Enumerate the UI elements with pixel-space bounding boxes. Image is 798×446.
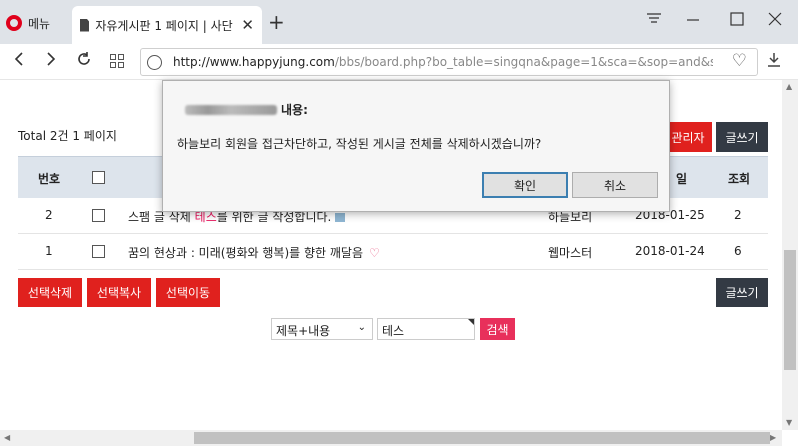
browser-tab-bar: 메뉴 자유게시판 1 페이지 | 사단 ✕ +: [0, 0, 798, 44]
opera-logo-icon: [6, 15, 22, 31]
minimize-icon[interactable]: [686, 12, 700, 30]
vertical-scroll-thumb[interactable]: [784, 250, 796, 370]
reload-icon[interactable]: [76, 51, 92, 72]
search-input[interactable]: 테스: [377, 318, 475, 340]
row-checkbox[interactable]: [92, 209, 105, 222]
column-date: 일: [676, 172, 688, 186]
dialog-title: 내용:: [185, 101, 308, 118]
dialog-title-suffix: 내용:: [281, 103, 308, 117]
url-text: http://www.happyjung.com/bbs/board.php?b…: [173, 55, 713, 69]
search-button[interactable]: 검색: [480, 318, 515, 340]
row-hits: 6: [734, 244, 742, 258]
dialog-cancel-button[interactable]: 취소: [572, 172, 658, 198]
move-selected-button[interactable]: 선택이동: [156, 278, 220, 307]
image-attach-icon: [335, 213, 346, 222]
menu-label: 메뉴: [28, 16, 51, 31]
new-tab-button[interactable]: +: [268, 12, 285, 32]
url-field[interactable]: http://www.happyjung.com/bbs/board.php?b…: [140, 48, 758, 76]
write-button-bottom[interactable]: 글쓰기: [716, 278, 768, 307]
dialog-message: 하늘보리 회원을 접근차단하고, 작성된 게시글 전체를 삭제하시겠습니까?: [177, 137, 542, 151]
url-path: /bbs/board.php?bo_table=singqna&page=1&s…: [334, 55, 713, 69]
tab-title: 자유게시판 1 페이지 | 사단: [95, 18, 233, 33]
maximize-icon[interactable]: [730, 12, 744, 30]
copy-selected-button[interactable]: 선택복사: [87, 278, 151, 307]
total-count: Total 2건 1 페이지: [18, 129, 117, 143]
delete-selected-button[interactable]: 선택삭제: [18, 278, 82, 307]
row-num: 1: [45, 244, 53, 258]
column-num: 번호: [38, 172, 61, 186]
input-corner-icon: [468, 319, 474, 325]
title-text: 스팸 글 삭제: [128, 210, 195, 224]
search-query: 테스: [382, 324, 405, 338]
table-row: 1 꿈의 현상과 : 미래(평화와 행복)를 향한 깨달음 ♡ 웹마스터 2018…: [18, 234, 768, 270]
search-field-select[interactable]: 제목+내용 ⌄: [271, 318, 373, 340]
address-bar: http://www.happyjung.com/bbs/board.php?b…: [0, 44, 798, 80]
vertical-scrollbar[interactable]: ▲ ▼: [782, 80, 798, 430]
horizontal-scrollbar[interactable]: ◀ ▶: [0, 430, 782, 446]
admin-button[interactable]: 관리자: [664, 122, 712, 152]
row-author[interactable]: 웹마스터: [548, 244, 592, 261]
post-title-link[interactable]: 꿈의 현상과 : 미래(평화와 행복)를 향한 깨달음 ♡: [128, 244, 380, 261]
close-tab-icon[interactable]: ✕: [241, 16, 254, 34]
globe-icon: [147, 55, 162, 70]
row-date: 2018-01-24: [635, 244, 705, 258]
title-text: 를 위한 글 작성합니다.: [216, 210, 332, 224]
column-hits: 조회: [728, 172, 751, 186]
row-num: 2: [45, 208, 53, 222]
search-field-value: 제목+내용: [276, 324, 331, 338]
title-highlight: 테스: [194, 210, 217, 224]
page-icon: [80, 18, 90, 32]
confirm-dialog: 내용: 하늘보리 회원을 접근차단하고, 작성된 게시글 전체를 삭제하시겠습니…: [162, 80, 670, 212]
tab-menu-icon[interactable]: [646, 12, 662, 30]
forward-icon[interactable]: [44, 51, 58, 72]
speed-dial-icon[interactable]: [110, 54, 124, 68]
title-text: 꿈의 현상과 : 미래(평화와 행복)를 향한 깨달음: [128, 246, 364, 260]
download-icon[interactable]: [766, 52, 782, 72]
url-host: http://www.happyjung.com: [173, 55, 335, 69]
horizontal-scroll-thumb[interactable]: [194, 432, 770, 444]
scroll-right-icon[interactable]: ▶: [770, 433, 776, 442]
row-checkbox[interactable]: [92, 245, 105, 258]
dialog-ok-button[interactable]: 확인: [482, 172, 568, 198]
scroll-up-icon[interactable]: ▲: [786, 82, 792, 91]
select-all-checkbox[interactable]: [92, 171, 105, 184]
chevron-down-icon: ⌄: [357, 322, 366, 333]
back-icon[interactable]: [12, 51, 26, 72]
scroll-left-icon[interactable]: ◀: [4, 433, 10, 442]
row-hits: 2: [734, 208, 742, 222]
write-button-top[interactable]: 글쓰기: [716, 122, 768, 152]
browser-tab[interactable]: 자유게시판 1 페이지 | 사단 ✕: [72, 6, 262, 44]
browser-menu-button[interactable]: 메뉴: [6, 10, 50, 36]
bookmark-heart-icon[interactable]: ♡: [732, 51, 747, 71]
scroll-down-icon[interactable]: ▼: [786, 418, 792, 427]
blurred-host: [185, 104, 277, 115]
heart-icon: ♡: [369, 246, 380, 260]
window-close-icon[interactable]: [768, 12, 782, 30]
